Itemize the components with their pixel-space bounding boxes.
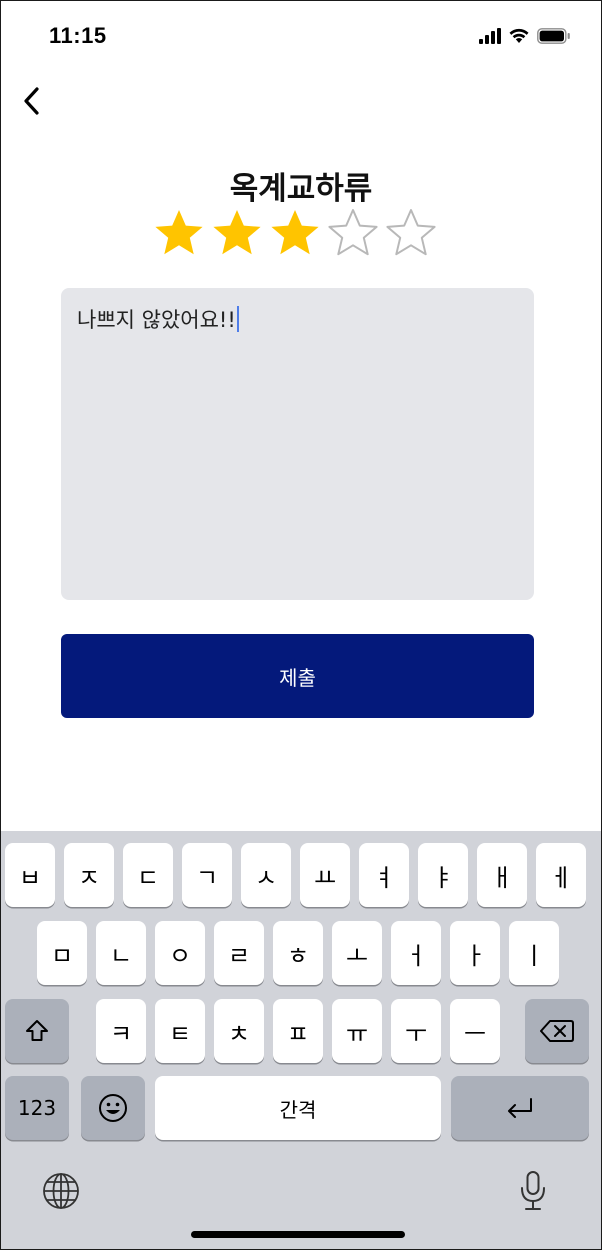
numbers-key[interactable]: 123 <box>5 1076 69 1140</box>
keyboard-key-label: ㅐ <box>490 863 514 892</box>
keyboard-key-label: ㄹ <box>227 941 251 970</box>
keyboard: 123 간격 ㅂ ㅈ ㄷ ㄱ ㅅ ㅛ ㅕ ㅑ ㅐ ㅔ ㅁ ㄴ ㅇ ㄹ ㅎ ㅗ ㅓ… <box>1 831 601 1249</box>
submit-button[interactable]: 제출 <box>61 634 534 718</box>
star-filled-icon[interactable] <box>151 205 207 261</box>
dictation-button[interactable] <box>513 1167 553 1215</box>
keyboard-key[interactable]: ㅇ <box>155 921 205 985</box>
keyboard-key[interactable]: ㅛ <box>300 843 350 907</box>
keyboard-key[interactable]: ㅁ <box>37 921 87 985</box>
keyboard-key[interactable]: ㅐ <box>477 843 527 907</box>
keyboard-key-label: ㅍ <box>286 1019 310 1048</box>
keyboard-key[interactable]: ㄱ <box>182 843 232 907</box>
keyboard-key[interactable]: ㅌ <box>155 999 205 1063</box>
keyboard-key-label: ㅁ <box>50 941 74 970</box>
keyboard-key[interactable]: ㅔ <box>536 843 586 907</box>
keyboard-key-label: ㅕ <box>372 863 396 892</box>
keyboard-key[interactable]: ㅑ <box>418 843 468 907</box>
keyboard-key-label: ㅓ <box>404 941 428 970</box>
return-key[interactable] <box>451 1076 589 1140</box>
status-icons <box>479 27 571 44</box>
keyboard-key-label: ㄱ <box>195 863 219 892</box>
keyboard-key-label: ㅗ <box>345 941 369 970</box>
home-indicator <box>191 1231 405 1238</box>
keyboard-key-label: ㅑ <box>431 863 455 892</box>
keyboard-key[interactable]: ㅠ <box>332 999 382 1063</box>
keyboard-key[interactable]: ㄹ <box>214 921 264 985</box>
keyboard-key[interactable]: ㅕ <box>359 843 409 907</box>
keyboard-key[interactable]: ㅡ <box>450 999 500 1063</box>
wifi-icon <box>509 28 529 43</box>
keyboard-key[interactable]: ㅍ <box>273 999 323 1063</box>
globe-button[interactable] <box>39 1169 83 1213</box>
keyboard-key[interactable]: ㅎ <box>273 921 323 985</box>
back-button[interactable] <box>13 81 49 121</box>
status-time: 11:15 <box>49 23 107 48</box>
keyboard-key-label: ㅈ <box>77 863 101 892</box>
keyboard-key[interactable]: ㄷ <box>123 843 173 907</box>
battery-icon <box>537 27 570 44</box>
keyboard-key-label: ㅎ <box>286 941 310 970</box>
star-empty-icon[interactable] <box>383 205 439 261</box>
chevron-left-icon <box>24 87 39 115</box>
keyboard-key-label: ㅋ <box>109 1019 133 1048</box>
keyboard-key-label: ㄷ <box>136 863 160 892</box>
keyboard-key[interactable]: ㅋ <box>96 999 146 1063</box>
star-empty-icon[interactable] <box>325 205 381 261</box>
keyboard-key[interactable]: ㅗ <box>332 921 382 985</box>
review-textarea[interactable]: 나쁘지 않았어요!! <box>61 288 534 600</box>
space-key-label: 간격 <box>279 1097 317 1122</box>
keyboard-key-label: ㄴ <box>109 941 133 970</box>
keyboard-key[interactable]: ㅈ <box>64 843 114 907</box>
keyboard-key-label: ㅅ <box>254 863 278 892</box>
shift-key[interactable] <box>5 999 69 1063</box>
emoji-key[interactable] <box>81 1076 145 1140</box>
keyboard-key-label: ㅛ <box>313 863 337 892</box>
keyboard-key-label: ㅠ <box>345 1019 369 1048</box>
keyboard-key-label: ㅣ <box>522 941 546 970</box>
space-key[interactable]: 간격 <box>155 1076 441 1140</box>
globe-icon <box>43 1173 79 1209</box>
keyboard-key-label: ㅜ <box>404 1019 428 1048</box>
keyboard-key[interactable]: ㅏ <box>450 921 500 985</box>
signal-icon <box>479 27 501 44</box>
shift-icon <box>26 1020 48 1041</box>
return-icon <box>508 1098 532 1118</box>
keyboard-key[interactable]: ㅣ <box>509 921 559 985</box>
keyboard-key-label: ㅡ <box>463 1019 487 1048</box>
keyboard-key-label: ㅊ <box>227 1019 251 1048</box>
submit-label: 제출 <box>279 665 316 690</box>
delete-key[interactable] <box>525 999 589 1063</box>
review-text: 나쁘지 않았어요!! <box>77 308 236 332</box>
star-filled-icon[interactable] <box>267 205 323 261</box>
keyboard-key[interactable]: ㅅ <box>241 843 291 907</box>
keyboard-key[interactable]: ㅂ <box>5 843 55 907</box>
keyboard-key-label: ㅌ <box>168 1019 192 1048</box>
keyboard-key[interactable]: ㅓ <box>391 921 441 985</box>
numbers-key-label: 123 <box>17 1096 57 1120</box>
review-text-container: 나쁘지 않았어요!! <box>77 304 239 334</box>
delete-icon <box>540 1020 574 1042</box>
microphone-icon <box>521 1171 545 1210</box>
keyboard-key-label: ㅏ <box>463 941 487 970</box>
star-rating[interactable] <box>151 205 439 261</box>
page-title: 옥계교하류 <box>229 171 373 207</box>
keyboard-key[interactable]: ㄴ <box>96 921 146 985</box>
keyboard-key-label: ㅂ <box>18 863 42 892</box>
keyboard-key[interactable]: ㅊ <box>214 999 264 1063</box>
star-filled-icon[interactable] <box>209 205 265 261</box>
keyboard-key[interactable]: ㅜ <box>391 999 441 1063</box>
keyboard-key-label: ㅇ <box>168 941 192 970</box>
text-cursor <box>236 306 239 332</box>
emoji-icon <box>99 1094 127 1122</box>
keyboard-key-label: ㅔ <box>549 863 573 892</box>
app-screen: 11:15 옥계교하류 나쁘지 않았어요!! 제출 123 간격 ㅂ ㅈ ㄷ ㄱ… <box>0 0 602 1250</box>
